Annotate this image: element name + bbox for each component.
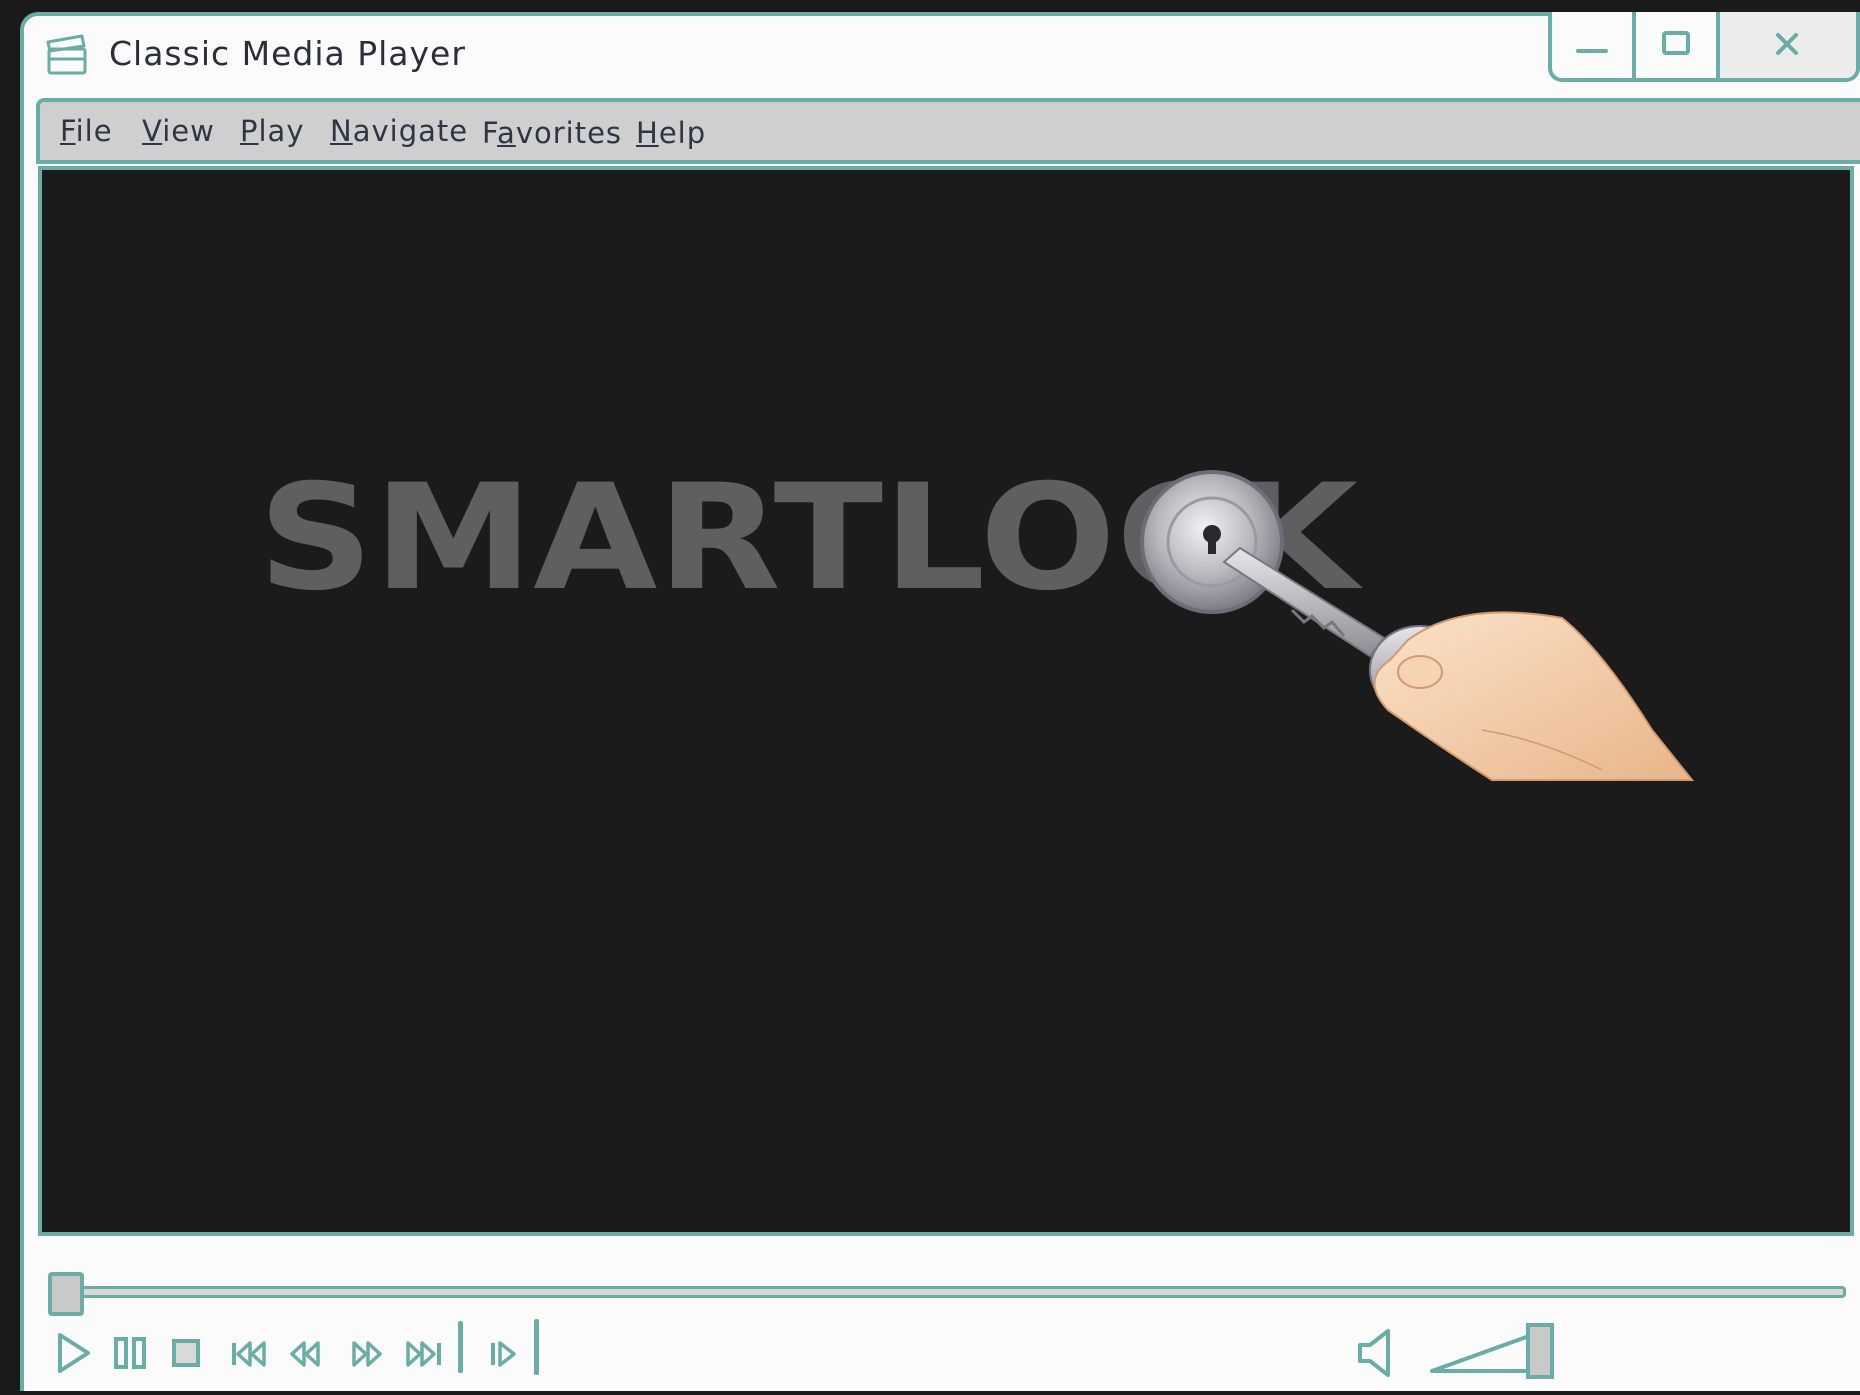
- menu-help-label: elp: [658, 116, 707, 150]
- menu-play[interactable]: Play: [240, 114, 305, 148]
- title-bar[interactable]: Classic Media Player: [24, 12, 1860, 94]
- menu-navigate-label: avigate: [352, 114, 469, 148]
- menu-play-mnemonic: P: [240, 114, 259, 148]
- close-icon: [1776, 33, 1798, 55]
- rewind-icon[interactable]: [288, 1339, 324, 1369]
- pause-icon[interactable]: [112, 1335, 148, 1371]
- stop-icon[interactable]: [170, 1337, 202, 1369]
- menu-file-mnemonic: F: [60, 114, 76, 148]
- window-controls: [1548, 12, 1860, 82]
- menu-favorites[interactable]: Favorites: [482, 116, 622, 150]
- volume-slider[interactable]: [1428, 1321, 1558, 1383]
- play-icon[interactable]: [54, 1331, 94, 1375]
- controls-separator: [534, 1319, 539, 1375]
- menu-bar: File View Play Navigate Favorites Help: [36, 98, 1860, 164]
- hand-icon: [1373, 611, 1695, 781]
- menu-navigate[interactable]: Navigate: [330, 114, 468, 148]
- skip-forward-icon[interactable]: [404, 1339, 444, 1369]
- skip-back-icon[interactable]: [230, 1339, 270, 1369]
- volume-icon[interactable]: [1356, 1327, 1396, 1379]
- menu-help-mnemonic: H: [636, 116, 659, 150]
- menu-view-mnemonic: V: [142, 114, 163, 148]
- seek-thumb[interactable]: [48, 1272, 84, 1316]
- close-button[interactable]: [1716, 12, 1856, 78]
- media-player-window: Classic Media Player File View Play Navi…: [20, 12, 1860, 1391]
- minimize-icon: [1576, 49, 1608, 53]
- step-frame-icon[interactable]: [488, 1339, 518, 1369]
- playback-controls: [24, 1241, 1860, 1395]
- menu-view[interactable]: View: [142, 114, 215, 148]
- maximize-button[interactable]: [1632, 12, 1716, 78]
- menu-file[interactable]: File: [60, 114, 113, 148]
- window-title: Classic Media Player: [109, 34, 466, 73]
- seek-bar[interactable]: [64, 1286, 1846, 1298]
- volume-thumb[interactable]: [1526, 1323, 1554, 1379]
- video-frame: SMARTLOCK: [258, 453, 1695, 781]
- fast-forward-icon[interactable]: [350, 1339, 386, 1369]
- menu-play-label: lay: [258, 114, 305, 148]
- video-area[interactable]: SMARTLOCK: [38, 166, 1854, 1236]
- clapperboard-icon: [46, 34, 87, 75]
- controls-separator: [458, 1321, 463, 1373]
- menu-help[interactable]: Help: [636, 116, 706, 150]
- minimize-button[interactable]: [1552, 12, 1632, 78]
- menu-file-label: ile: [75, 114, 113, 148]
- menu-favorites-label: Favorites: [482, 116, 623, 150]
- lock-icon: [1140, 470, 1284, 614]
- menu-view-label: iew: [162, 114, 215, 148]
- maximize-icon: [1662, 31, 1690, 55]
- menu-navigate-mnemonic: N: [330, 114, 353, 148]
